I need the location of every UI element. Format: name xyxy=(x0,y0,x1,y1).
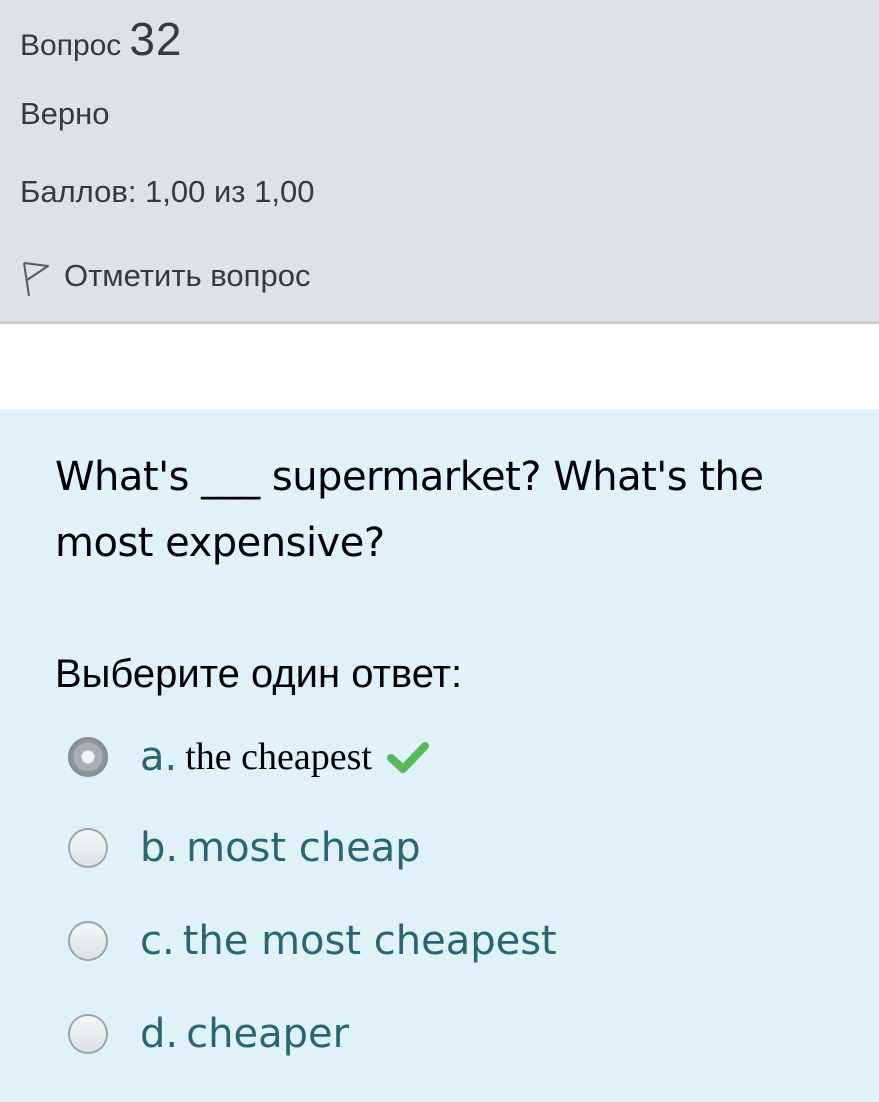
check-icon xyxy=(386,742,429,773)
radio-option-a[interactable] xyxy=(68,737,108,777)
question-number-value: 32 xyxy=(129,13,183,65)
radio-option-b[interactable] xyxy=(68,828,108,868)
answer-option-d[interactable]: d. cheaper xyxy=(68,1004,349,1064)
question-state: Верно xyxy=(20,96,110,131)
option-letter-a: a. xyxy=(140,734,178,780)
flag-question-link[interactable]: Отметить вопрос xyxy=(20,254,310,298)
option-text-c: the most cheapest xyxy=(182,918,557,964)
question-label: Вопрос xyxy=(20,29,122,62)
option-letter-d: d. xyxy=(140,1011,179,1057)
option-text-b: most cheap xyxy=(186,825,421,871)
answer-option-a[interactable]: a. the cheapest xyxy=(68,727,430,787)
radio-option-c[interactable] xyxy=(68,921,108,961)
option-letter-c: c. xyxy=(140,918,175,964)
question-number: Вопрос 32 xyxy=(20,12,182,68)
question-info-panel: Вопрос 32 Верно Баллов: 1,00 из 1,00 Отм… xyxy=(0,0,879,324)
flag-question-label: Отметить вопрос xyxy=(64,258,311,293)
answer-option-c[interactable]: c. the most cheapest xyxy=(68,911,557,971)
option-letter-b: b. xyxy=(140,825,179,871)
question-text: What's ___ supermarket? What's the most … xyxy=(55,454,764,566)
answer-prompt: Выберите один ответ: xyxy=(55,652,463,696)
answer-option-b[interactable]: b. most cheap xyxy=(68,818,421,878)
radio-option-d[interactable] xyxy=(68,1014,108,1054)
question-grade: Баллов: 1,00 из 1,00 xyxy=(20,174,315,209)
flag-icon xyxy=(23,262,49,297)
option-text-a: the cheapest xyxy=(185,736,372,778)
option-text-d: cheaper xyxy=(186,1011,350,1057)
